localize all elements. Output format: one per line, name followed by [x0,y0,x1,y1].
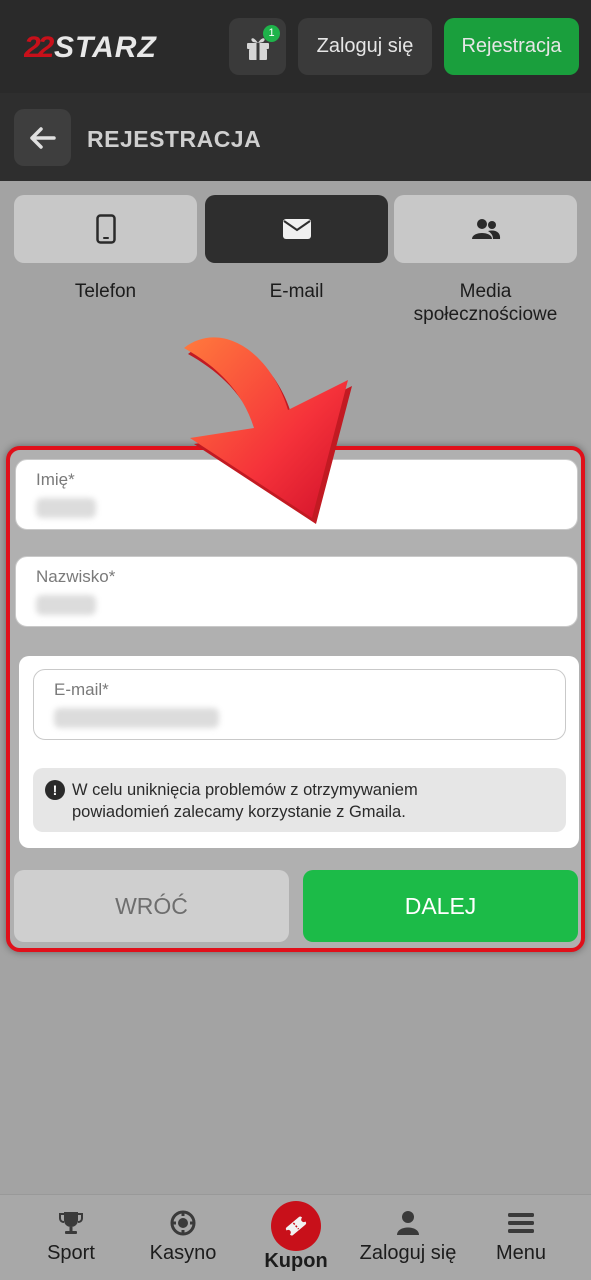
back-form-button[interactable]: WRÓĆ [14,870,289,942]
login-button[interactable]: Zaloguj się [298,18,432,75]
nav-kupon[interactable] [271,1201,321,1251]
email-value-blurred [54,708,219,728]
tab-phone-label: Telefon [74,281,137,302]
nav-kupon-label: Kupon [264,1250,328,1272]
last-name-label: Nazwisko* [36,567,116,586]
back-button[interactable] [14,109,71,166]
users-icon [471,219,500,239]
nav-menu-label: Menu [495,1242,547,1264]
tab-social-label: Media społecznościowe [413,281,558,325]
nav-login-label: Zaloguj się [359,1242,457,1264]
nav-sport-label: Sport [47,1242,95,1264]
nav-sport[interactable]: Sport [30,1195,112,1280]
envelope-icon [282,219,311,239]
phone-icon [95,214,116,244]
next-button[interactable]: DALEJ [303,870,578,942]
email-field[interactable]: E-mail* [33,669,566,740]
nav-casino[interactable]: Kasyno [141,1195,225,1280]
brand-logo[interactable]: 22 STARZ [24,30,184,64]
notification-badge: 1 [263,25,280,42]
nav-login[interactable]: Zaloguj się [352,1195,464,1280]
user-icon [397,1211,419,1235]
gift-button[interactable]: 1 [229,18,286,75]
nav-casino-label: Kasyno [149,1242,217,1264]
info-notice: ! W celu uniknięcia problemów z otrzymyw… [33,768,566,832]
annotation-arrow-icon [184,337,352,524]
first-name-value-blurred [36,498,96,518]
last-name-field[interactable]: Nazwisko* [15,556,578,627]
page-header: REJESTRACJA [0,93,591,181]
exclamation-icon: ! [45,780,65,800]
first-name-label: Imię* [36,470,75,489]
ticket-icon [285,1216,307,1236]
tab-email[interactable] [205,195,388,263]
tab-social-media[interactable] [394,195,577,263]
info-text: W celu uniknięcia problemów z otrzymywan… [72,781,418,821]
top-header: 22 STARZ 1 Zaloguj się Rejestracja [0,0,591,93]
hamburger-icon [508,1213,534,1233]
page-title: REJESTRACJA [87,126,262,152]
email-card: E-mail* ! W celu uniknięcia problemów z … [19,656,579,848]
svg-text:22: 22 [24,31,55,64]
tab-email-label: E-mail [269,281,324,302]
tab-phone[interactable] [14,195,197,263]
last-name-value-blurred [36,595,96,615]
arrow-left-icon [29,126,56,149]
trophy-icon [59,1212,83,1234]
casino-chip-icon [170,1210,196,1236]
register-button[interactable]: Rejestracja [444,18,579,75]
svg-text:STARZ: STARZ [54,31,157,64]
nav-menu[interactable]: Menu [488,1195,554,1280]
email-label: E-mail* [54,680,109,699]
